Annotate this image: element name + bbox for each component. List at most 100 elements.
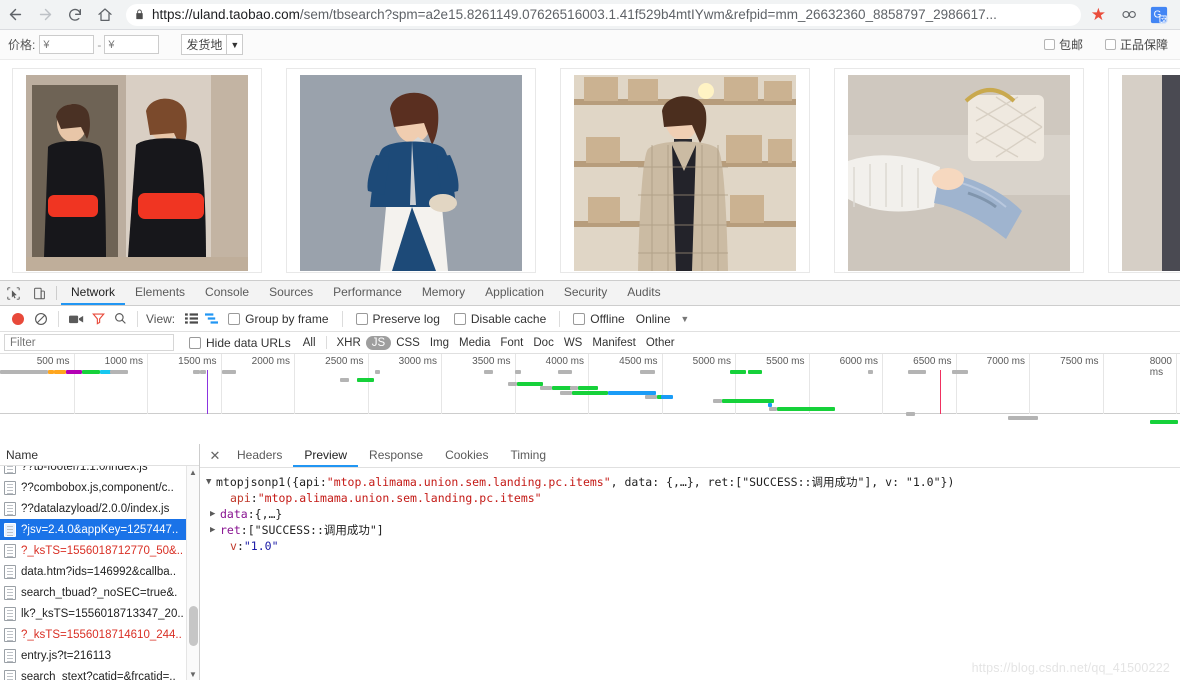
triangle-down-icon[interactable]: ▼ (206, 474, 216, 490)
request-list-item[interactable]: data.htm?ids=146992&callba.. (0, 561, 199, 582)
load-event-marker (940, 370, 941, 414)
address-bar[interactable]: https://uland.taobao.com/sem/tbsearch?sp… (126, 3, 1081, 26)
product-card[interactable] (560, 68, 810, 273)
type-filter-other[interactable]: Other (641, 337, 680, 349)
funnel-icon[interactable] (87, 309, 109, 329)
waterfall-view-icon[interactable] (201, 310, 221, 328)
detail-tab-preview[interactable]: Preview (293, 444, 359, 467)
list-view-icon[interactable] (181, 310, 201, 328)
preview-row-v[interactable]: v : "1.0" (206, 538, 1180, 554)
request-list-item[interactable]: entry.js?t=216113 (0, 645, 199, 666)
request-detail-column: ✕ Headers Preview Response Cookies Timin… (200, 444, 1180, 680)
back-button[interactable] (0, 0, 30, 30)
timeline-tick-label: 3500 ms (472, 356, 511, 367)
offline-checkbox[interactable]: Offline (573, 312, 625, 326)
tab-performance[interactable]: Performance (323, 281, 412, 305)
preview-value-data: {,…} (254, 507, 283, 521)
product-card[interactable] (834, 68, 1084, 273)
extension-icon[interactable] (1119, 5, 1139, 25)
disable-cache-checkbox[interactable]: Disable cache (453, 312, 546, 326)
device-toolbar-icon[interactable] (26, 281, 52, 305)
type-filter-js[interactable]: JS (365, 335, 392, 350)
inspect-element-icon[interactable] (0, 281, 26, 305)
preserve-log-checkbox[interactable]: Preserve log (355, 312, 440, 326)
preview-row-data[interactable]: ▶ data : {,…} (206, 506, 1180, 522)
forward-button[interactable] (30, 0, 60, 30)
type-filter-xhr[interactable]: XHR (332, 337, 366, 349)
tab-network[interactable]: Network (61, 281, 126, 305)
shipping-location-select[interactable]: 发货地 ▼ (181, 34, 244, 55)
tab-application[interactable]: Application (475, 281, 554, 305)
tab-sources[interactable]: Sources (259, 281, 323, 305)
type-filter-manifest[interactable]: Manifest (587, 337, 640, 349)
filter-input[interactable] (4, 334, 174, 351)
request-list-item[interactable]: ?_ksTS=1556018712770_50&.. (0, 540, 199, 561)
type-filter-font[interactable]: Font (495, 337, 528, 349)
devtools-panel: Network Elements Console Sources Perform… (0, 280, 1180, 680)
type-filter-img[interactable]: Img (425, 337, 454, 349)
tab-memory[interactable]: Memory (412, 281, 475, 305)
detail-tab-response[interactable]: Response (358, 444, 434, 467)
request-waterfall-bar (713, 399, 722, 403)
tab-elements[interactable]: Elements (125, 281, 195, 305)
chevron-down-icon[interactable]: ▼ (680, 314, 689, 324)
product-card[interactable] (12, 68, 262, 273)
bookmark-star-icon[interactable]: ★ (1091, 5, 1106, 25)
free-shipping-checkbox[interactable]: 包邮 (1043, 36, 1083, 53)
preview-row-api[interactable]: api : "mtop.alimama.union.sem.landing.pc… (206, 490, 1180, 506)
request-list-scrollbar[interactable]: ▲ ▼ (186, 466, 199, 680)
request-waterfall-bar (906, 411, 915, 416)
group-by-frame-checkbox[interactable]: Group by frame (228, 312, 329, 326)
request-list-item[interactable]: search_tbuad?_noSEC=true&. (0, 582, 199, 603)
type-filter-media[interactable]: Media (454, 337, 495, 349)
preview-row-ret[interactable]: ▶ ret : ["SUCCESS::调用成功"] (206, 522, 1180, 538)
price-max-input[interactable] (104, 35, 160, 54)
hide-data-urls-checkbox[interactable]: Hide data URLs (189, 336, 291, 350)
preview-root-line[interactable]: ▼ mtopjsonp1({api: "mtop.alimama.union.s… (206, 474, 1180, 490)
scroll-up-arrow-icon[interactable]: ▲ (187, 466, 199, 479)
request-list[interactable]: ▲ ▼ ??tb-footer/1.1.0/index.js ??combobox… (0, 466, 199, 680)
type-filter-all[interactable]: All (298, 337, 321, 349)
request-list-item[interactable]: ??tb-footer/1.1.0/index.js (0, 466, 199, 477)
checkbox-box (1104, 39, 1116, 50)
hide-data-urls-label: Hide data URLs (206, 335, 291, 350)
home-button[interactable] (90, 0, 120, 30)
tab-security[interactable]: Security (554, 281, 617, 305)
record-dot-icon[interactable] (12, 312, 24, 325)
script-file-icon (4, 543, 16, 558)
price-min-input[interactable] (39, 35, 95, 54)
clear-circle-icon[interactable] (30, 309, 52, 329)
type-filter-css[interactable]: CSS (391, 337, 425, 349)
product-card[interactable] (286, 68, 536, 273)
network-timeline-overview[interactable]: 500 ms 1000 ms 1500 ms 2000 ms 2500 ms 3000 m… (0, 354, 1180, 424)
toolbar-divider (341, 310, 343, 327)
search-icon[interactable] (109, 309, 131, 329)
detail-tab-cookies[interactable]: Cookies (434, 444, 499, 467)
close-icon[interactable]: ✕ (204, 444, 226, 467)
tab-console[interactable]: Console (195, 281, 259, 305)
preview-content: ▼ mtopjsonp1({api: "mtop.alimama.union.s… (200, 468, 1180, 680)
product-card[interactable] (1108, 68, 1180, 273)
scrollbar-thumb[interactable] (189, 606, 198, 646)
request-list-item[interactable]: ??datalazyload/2.0.0/index.js (0, 498, 199, 519)
type-filter-doc[interactable]: Doc (528, 337, 558, 349)
translate-icon[interactable]: G文 (1149, 5, 1169, 25)
type-filter-ws[interactable]: WS (559, 337, 588, 349)
preview-sep: : (250, 491, 258, 505)
detail-tab-timing[interactable]: Timing (499, 444, 557, 467)
request-list-item[interactable]: search_stext?catid=&frcatid=.. (0, 666, 199, 680)
reload-button[interactable] (60, 0, 90, 30)
timeline-tick-label: 3000 ms (398, 356, 437, 367)
authenticity-checkbox[interactable]: 正品保障 (1104, 36, 1168, 53)
tab-audits[interactable]: Audits (617, 281, 670, 305)
triangle-right-icon[interactable]: ▶ (210, 506, 220, 522)
detail-tab-headers[interactable]: Headers (226, 444, 293, 467)
request-list-item[interactable]: ??combobox.js,component/c.. (0, 477, 199, 498)
triangle-right-icon[interactable]: ▶ (210, 522, 220, 538)
request-list-item[interactable]: ?jsv=2.4.0&appKey=1257447.. (0, 519, 199, 540)
camera-icon[interactable] (65, 309, 87, 329)
throttling-value[interactable]: Online (636, 312, 671, 326)
scroll-down-arrow-icon[interactable]: ▼ (187, 668, 199, 680)
request-list-item[interactable]: lk?_ksTS=1556018713347_20.. (0, 603, 199, 624)
request-list-item[interactable]: ?_ksTS=1556018714610_244.. (0, 624, 199, 645)
